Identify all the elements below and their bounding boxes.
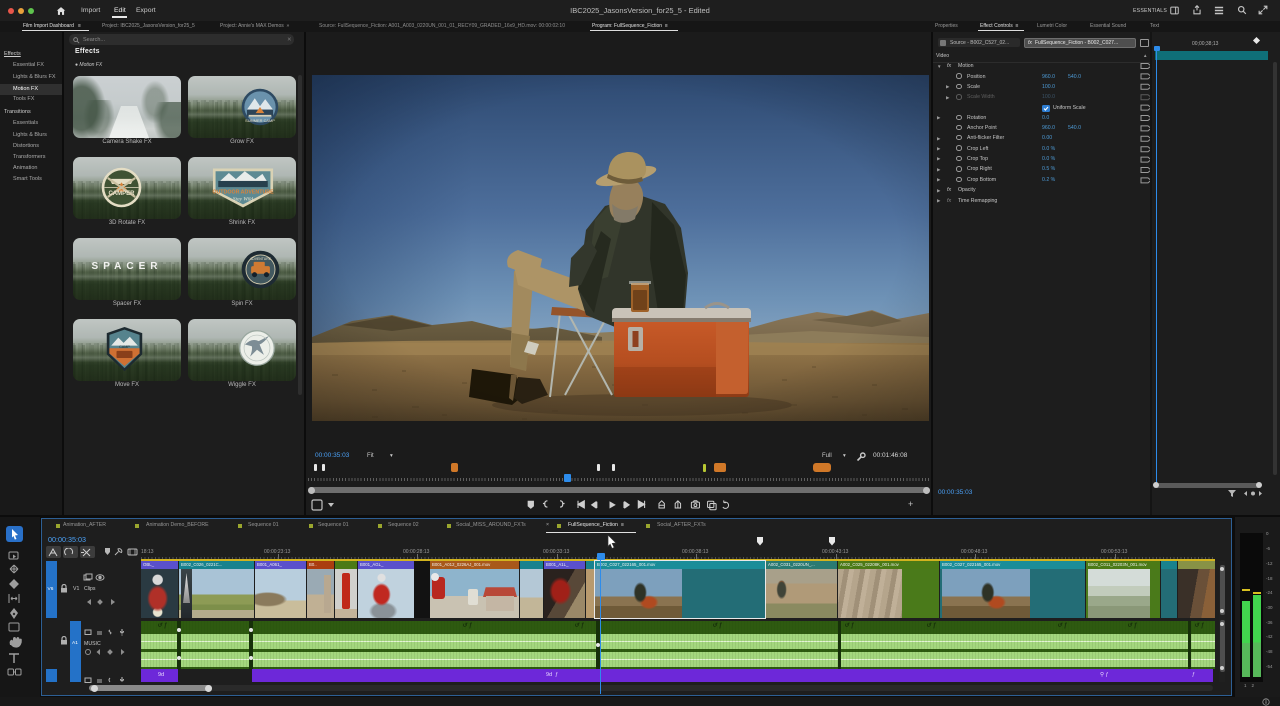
svg-text:CAMP: CAMP [119,345,130,349]
svg-text:ADVENTURE: ADVENTURE [250,257,272,261]
svg-text:Stay Wild: Stay Wild [233,196,254,202]
svg-text:CAMPER: CAMPER [108,191,135,197]
svg-text:SUMMER CAMP: SUMMER CAMP [245,118,275,123]
svg-text:OUTDOOR ADVENTURE: OUTDOOR ADVENTURE [212,189,274,195]
